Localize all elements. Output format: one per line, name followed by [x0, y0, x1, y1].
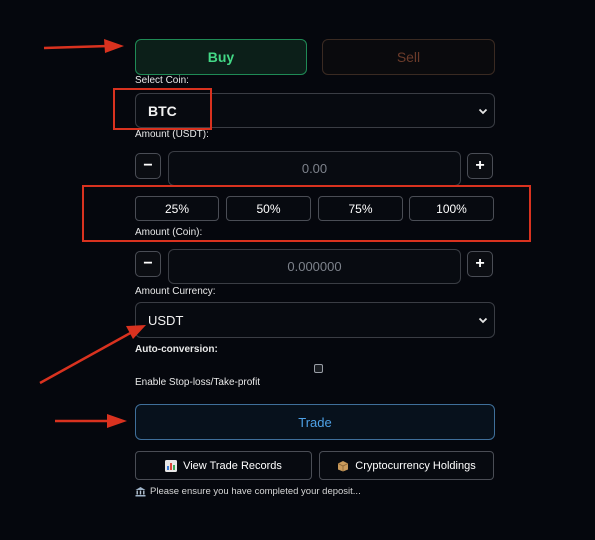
annotation-box-percent: [82, 185, 531, 242]
amount-usdt-increment-button[interactable]: +: [467, 153, 493, 179]
amount-usdt-decrement-button[interactable]: −: [135, 153, 161, 179]
select-coin-label: Select Coin:: [135, 75, 189, 86]
currency-select[interactable]: USDT: [135, 302, 495, 338]
buy-button[interactable]: Buy: [135, 39, 307, 75]
chevron-down-icon: [478, 108, 488, 114]
arrow-icon-currency: [39, 325, 146, 385]
trade-button[interactable]: Trade: [135, 404, 495, 440]
buy-label: Buy: [207, 49, 235, 65]
arrow-icon-trade: [55, 414, 127, 428]
amount-currency-label: Amount Currency:: [135, 286, 216, 297]
amount-coin-value: 0.000000: [287, 259, 342, 274]
amount-usdt-input[interactable]: 0.00: [168, 151, 461, 186]
plus-icon: +: [475, 255, 485, 272]
sell-button[interactable]: Sell: [322, 39, 495, 75]
minus-icon: −: [143, 255, 153, 272]
crypto-holdings-label: Cryptocurrency Holdings: [355, 459, 476, 472]
sell-label: Sell: [396, 49, 421, 65]
trade-label: Trade: [298, 414, 332, 430]
currency-select-value: USDT: [148, 312, 184, 328]
deposit-notice-text: Please ensure you have completed your de…: [150, 486, 361, 497]
bar-chart-icon: [165, 459, 178, 472]
arrow-icon-buy: [43, 39, 124, 53]
package-icon: [338, 460, 349, 471]
amount-coin-input[interactable]: 0.000000: [168, 249, 461, 284]
annotation-box-coin: [113, 88, 212, 130]
auto-conversion-label: Auto-conversion:: [135, 344, 218, 355]
amount-coin-increment-button[interactable]: +: [467, 251, 493, 277]
stop-loss-checkbox[interactable]: [314, 364, 323, 373]
view-trade-records-button[interactable]: View Trade Records: [135, 451, 312, 480]
minus-icon: −: [143, 157, 153, 174]
bank-icon: [135, 487, 146, 497]
chevron-down-icon: [478, 317, 488, 324]
crypto-holdings-button[interactable]: Cryptocurrency Holdings: [319, 451, 494, 480]
view-trade-records-label: View Trade Records: [183, 459, 282, 472]
plus-icon: +: [475, 157, 485, 174]
amount-usdt-value: 0.00: [301, 161, 328, 176]
deposit-notice: Please ensure you have completed your de…: [135, 486, 361, 497]
amount-coin-decrement-button[interactable]: −: [135, 251, 161, 277]
stop-loss-label: Enable Stop-loss/Take-profit: [135, 377, 261, 388]
amount-usdt-label: Amount (USDT):: [135, 129, 209, 140]
